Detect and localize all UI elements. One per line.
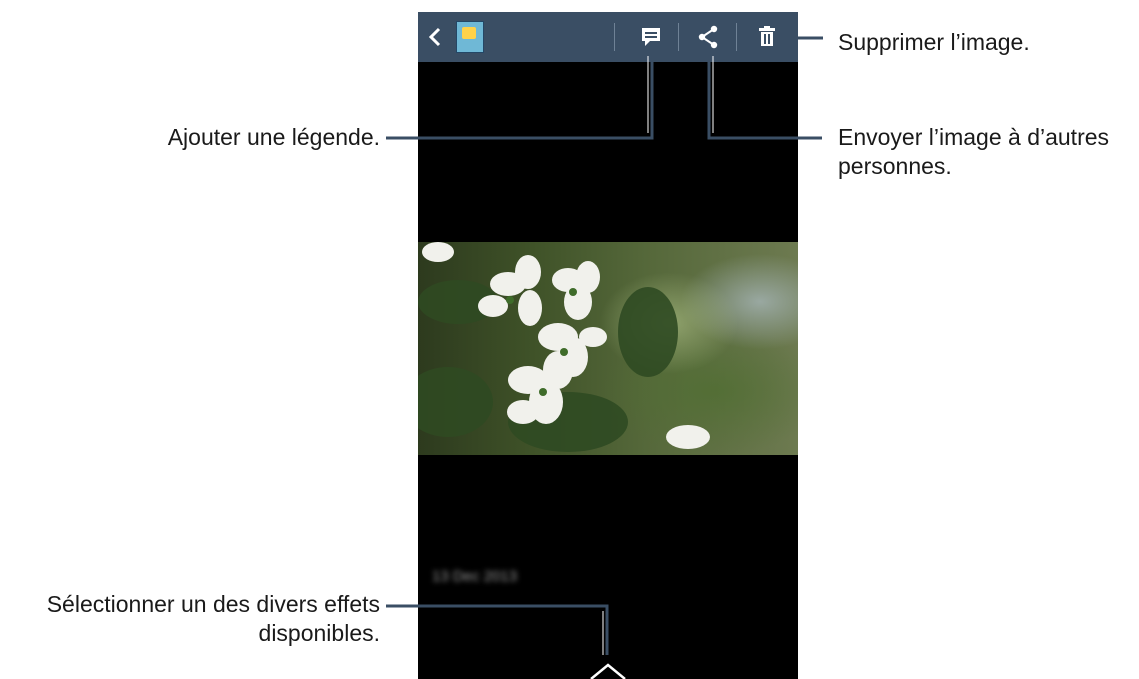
flower-image xyxy=(418,242,710,452)
caption-callout: Ajouter une légende. xyxy=(167,124,380,150)
album-thumbnail-icon[interactable] xyxy=(456,21,484,53)
effects-callout-line2: disponibles. xyxy=(258,620,380,646)
divider xyxy=(736,23,737,51)
share-callout: Envoyer l’image à d’autres personnes. xyxy=(838,123,1109,181)
divider xyxy=(678,23,679,51)
delete-callout: Supprimer l’image. xyxy=(838,29,1030,55)
photo[interactable] xyxy=(418,242,798,455)
divider xyxy=(614,23,615,51)
chevron-up-icon[interactable] xyxy=(588,660,628,679)
effects-callout: Sélectionner un des divers effets dispon… xyxy=(47,590,380,648)
trash-icon[interactable] xyxy=(754,24,780,50)
back-icon[interactable] xyxy=(426,25,444,49)
phone-screen: 13 Dec 2013 xyxy=(418,12,798,679)
date-label: 13 Dec 2013 xyxy=(432,568,518,585)
share-icon[interactable] xyxy=(695,24,721,50)
share-callout-line1: Envoyer l’image à d’autres xyxy=(838,124,1110,150)
action-bar xyxy=(418,12,798,62)
caption-icon[interactable] xyxy=(638,24,664,50)
effects-callout-line1: Sélectionner un des divers effets xyxy=(46,591,380,617)
share-callout-line2: personnes. xyxy=(838,153,952,179)
